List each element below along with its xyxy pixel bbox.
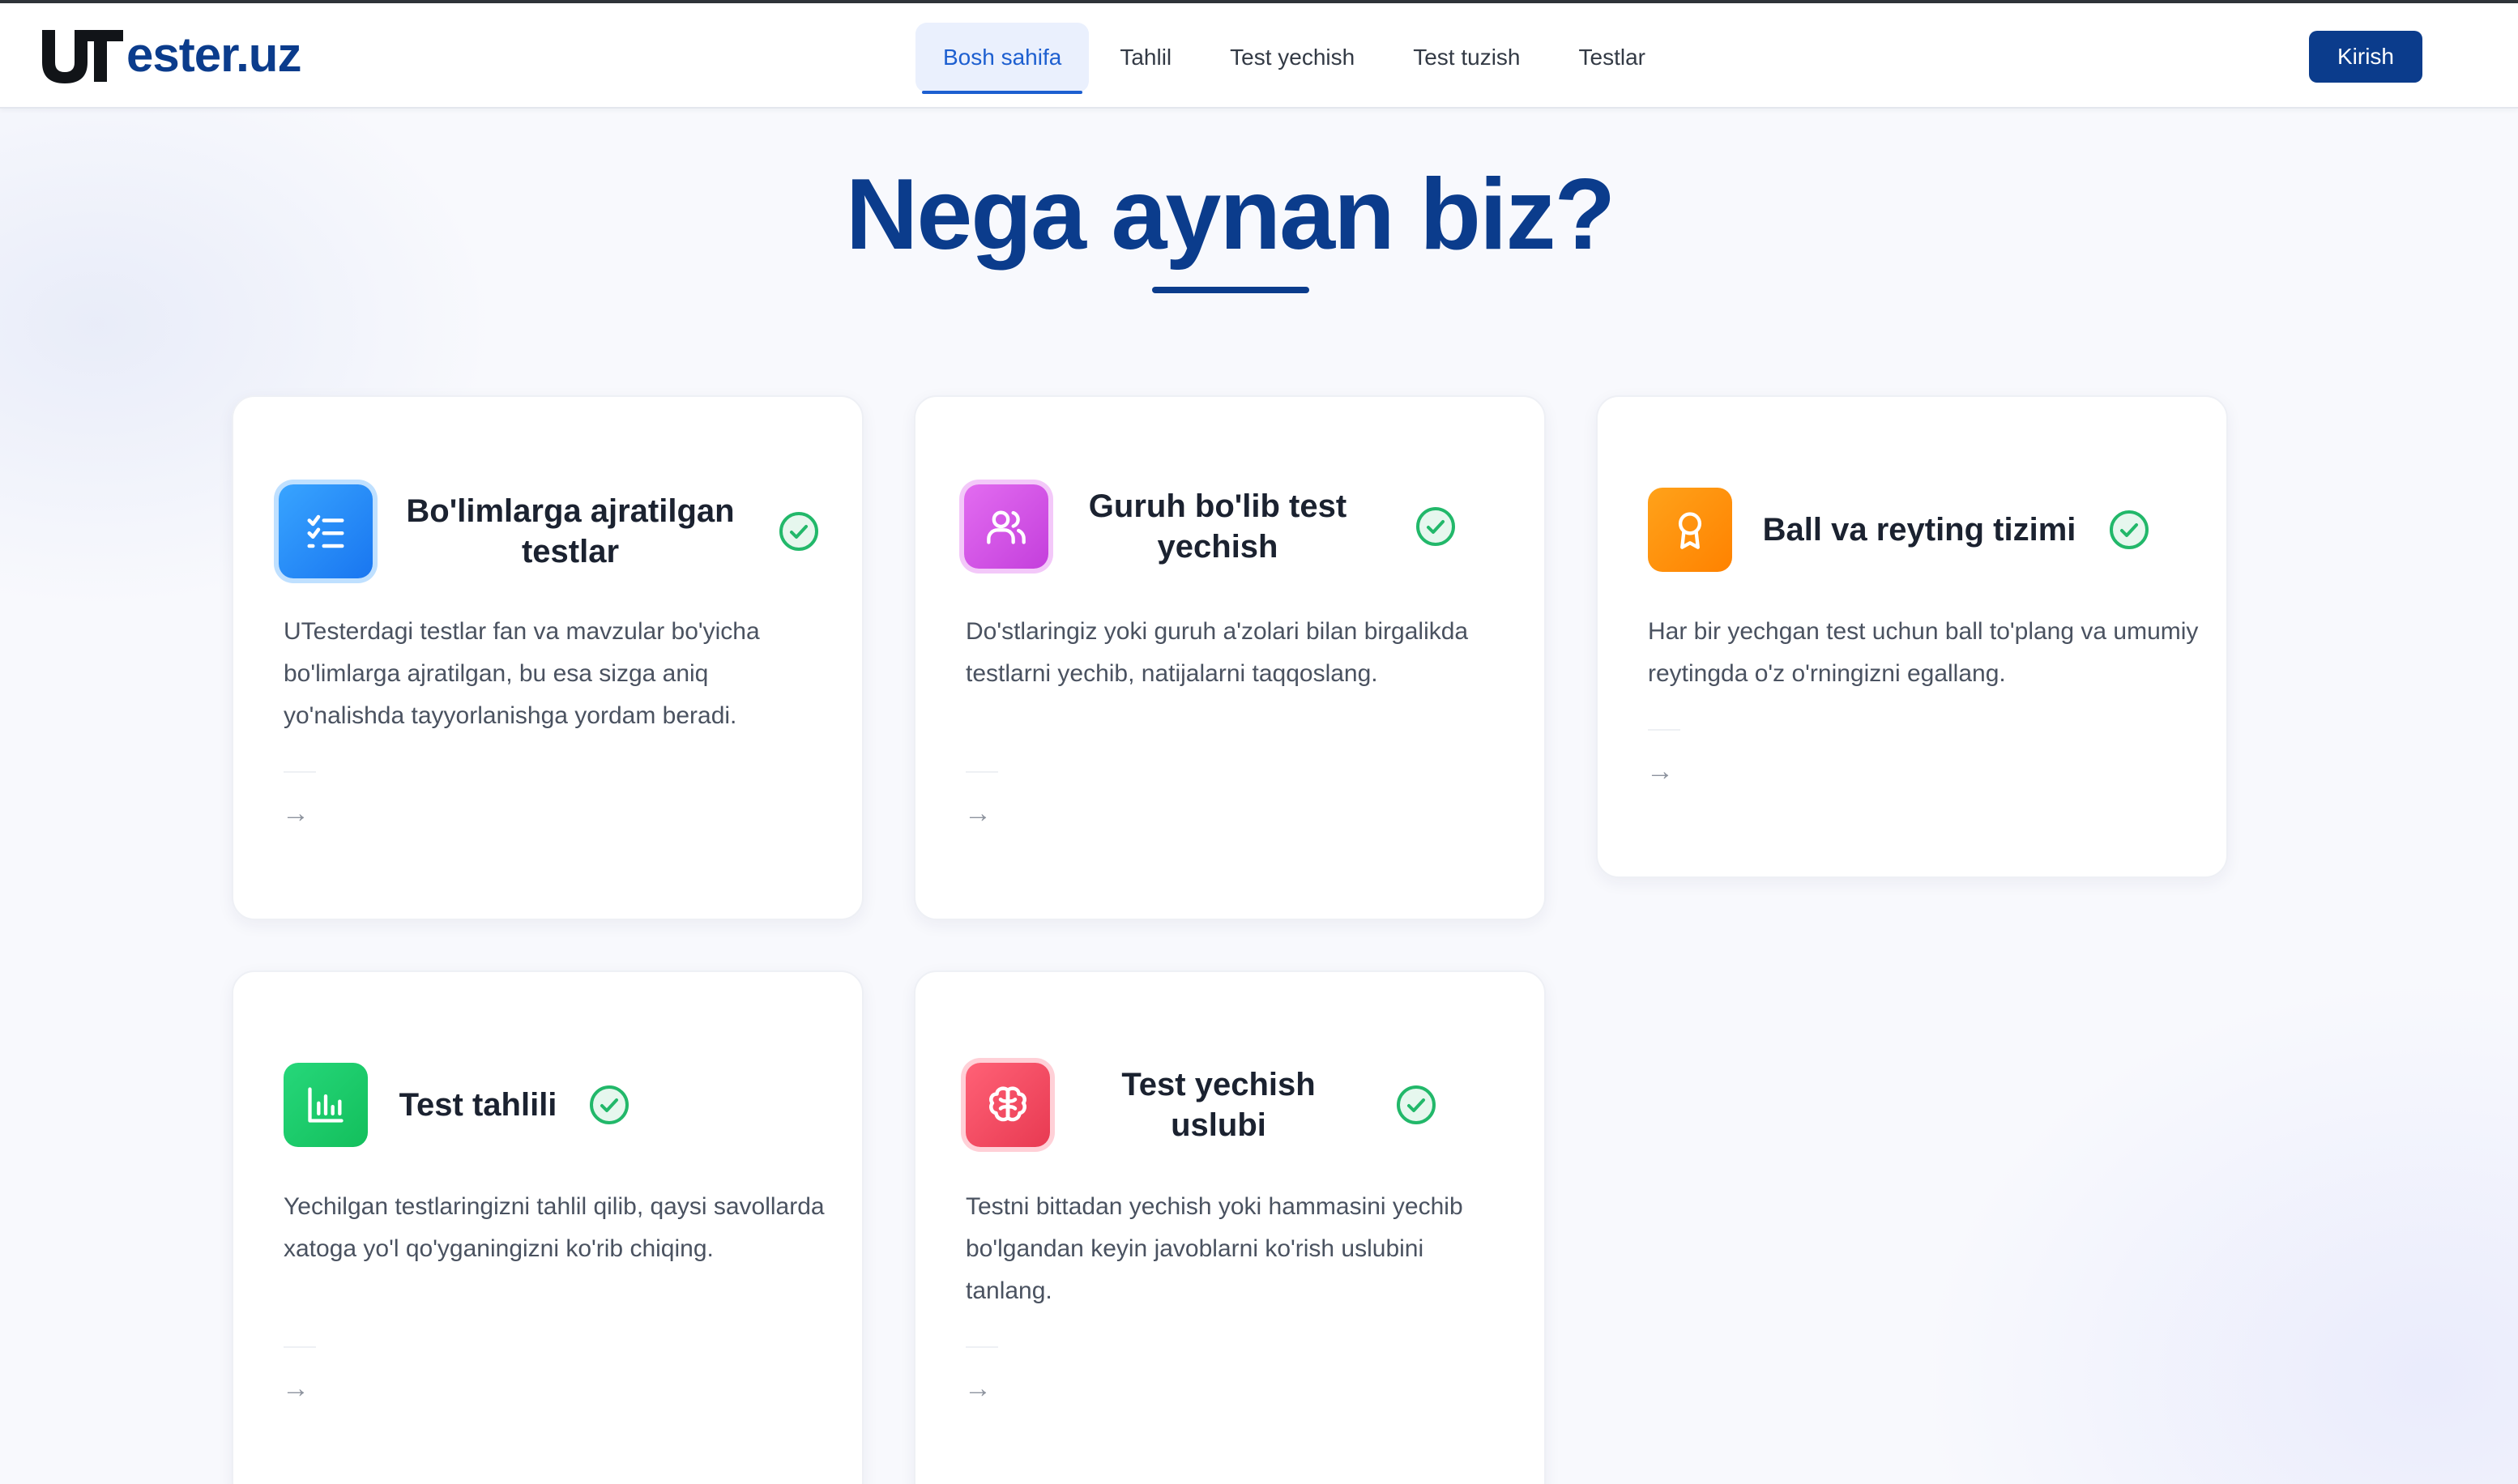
check-circle-icon <box>1416 507 1455 546</box>
feature-card-bolimlar[interactable]: Bo'limlarga ajratilgan testlar UTesterda… <box>232 395 864 920</box>
navbar: ester.uz Bosh sahifa Tahlil Test yechish… <box>0 3 2518 109</box>
card-divider <box>284 771 316 773</box>
card-divider <box>284 1346 316 1348</box>
users-icon <box>987 510 1026 544</box>
check-circle-icon <box>590 1085 629 1124</box>
award-icon <box>1678 512 1702 549</box>
feature-title: Ball va reyting tizimi <box>1762 512 2076 548</box>
card-divider <box>966 771 998 773</box>
logo-text: ester.uz <box>126 28 301 82</box>
arrow-right-icon[interactable]: → <box>1646 755 1674 787</box>
site-logo[interactable]: ester.uz <box>37 26 301 84</box>
feature-icon-box <box>966 1063 1050 1147</box>
feature-icon-box <box>964 484 1048 569</box>
arrow-right-icon[interactable]: → <box>282 1372 309 1405</box>
feature-description: Yechilgan testlaringizni tahlil qilib, q… <box>284 1193 825 1262</box>
nav-item-test-yechish[interactable]: Test yechish <box>1202 23 1382 92</box>
feature-card-test-tahlili[interactable]: Test tahlili Yechilgan testlaringizni ta… <box>232 970 864 1484</box>
feature-title: Guruh bo'lib test yechish <box>1088 488 1347 565</box>
feature-card-header: Bo'limlarga ajratilgan testlar <box>279 484 820 578</box>
feature-description: Do'stlaringiz yoki guruh a'zolari bilan … <box>966 618 1469 687</box>
nav-item-tahlil[interactable]: Tahlil <box>1092 23 1199 92</box>
card-divider <box>966 1346 998 1348</box>
feature-card-header: Guruh bo'lib test yechish <box>964 484 1457 569</box>
checklist-icon <box>307 514 344 548</box>
nav-item-testlar[interactable]: Testlar <box>1551 23 1673 92</box>
feature-title: Bo'limlarga ajratilgan testlar <box>406 493 735 569</box>
feature-icon-box <box>1648 488 1732 572</box>
check-circle-icon <box>2110 510 2149 549</box>
arrow-right-icon[interactable]: → <box>964 797 992 829</box>
feature-card-yechish-uslubi[interactable]: Test yechish uslubi Testni bittadan yech… <box>914 970 1546 1484</box>
feature-description: Har bir yechgan test uchun ball to'plang… <box>1648 618 2199 687</box>
feature-title: Test yechish uslubi <box>1121 1067 1316 1143</box>
title-underline <box>1152 287 1309 293</box>
feature-icon-box <box>279 484 373 578</box>
section-title: Nega aynan biz? <box>845 159 1615 271</box>
logo-mark-icon <box>42 30 123 83</box>
check-circle-icon <box>779 512 818 551</box>
brain-icon <box>989 1086 1026 1122</box>
feature-card-guruh[interactable]: Guruh bo'lib test yechish Do'stlaringiz … <box>914 395 1546 920</box>
nav-item-test-tuzish[interactable]: Test tuzish <box>1385 23 1547 92</box>
feature-title: Test tahlili <box>399 1087 557 1123</box>
main-nav: Bosh sahifa Tahlil Test yechish Test tuz… <box>915 23 1676 94</box>
feature-icon-box <box>284 1063 368 1147</box>
card-divider <box>1648 729 1680 731</box>
feature-description: Testni bittadan yechish yoki hammasini y… <box>966 1193 1463 1304</box>
check-circle-icon <box>1397 1085 1436 1124</box>
feature-card-header: Test yechish uslubi <box>966 1063 1437 1147</box>
feature-card-header: Test tahlili <box>284 1063 630 1147</box>
nav-item-bosh-sahifa[interactable]: Bosh sahifa <box>915 23 1090 94</box>
feature-card-ball-reyting[interactable]: Ball va reyting tizimi Har bir yechgan t… <box>1596 395 2228 878</box>
bar-chart-icon <box>308 1087 344 1123</box>
feature-description: UTesterdagi testlar fan va mavzular bo'y… <box>284 618 760 729</box>
arrow-right-icon[interactable]: → <box>964 1372 992 1405</box>
login-button[interactable]: Kirish <box>2309 31 2422 83</box>
feature-card-header: Ball va reyting tizimi <box>1648 488 2150 572</box>
arrow-right-icon[interactable]: → <box>282 797 309 829</box>
